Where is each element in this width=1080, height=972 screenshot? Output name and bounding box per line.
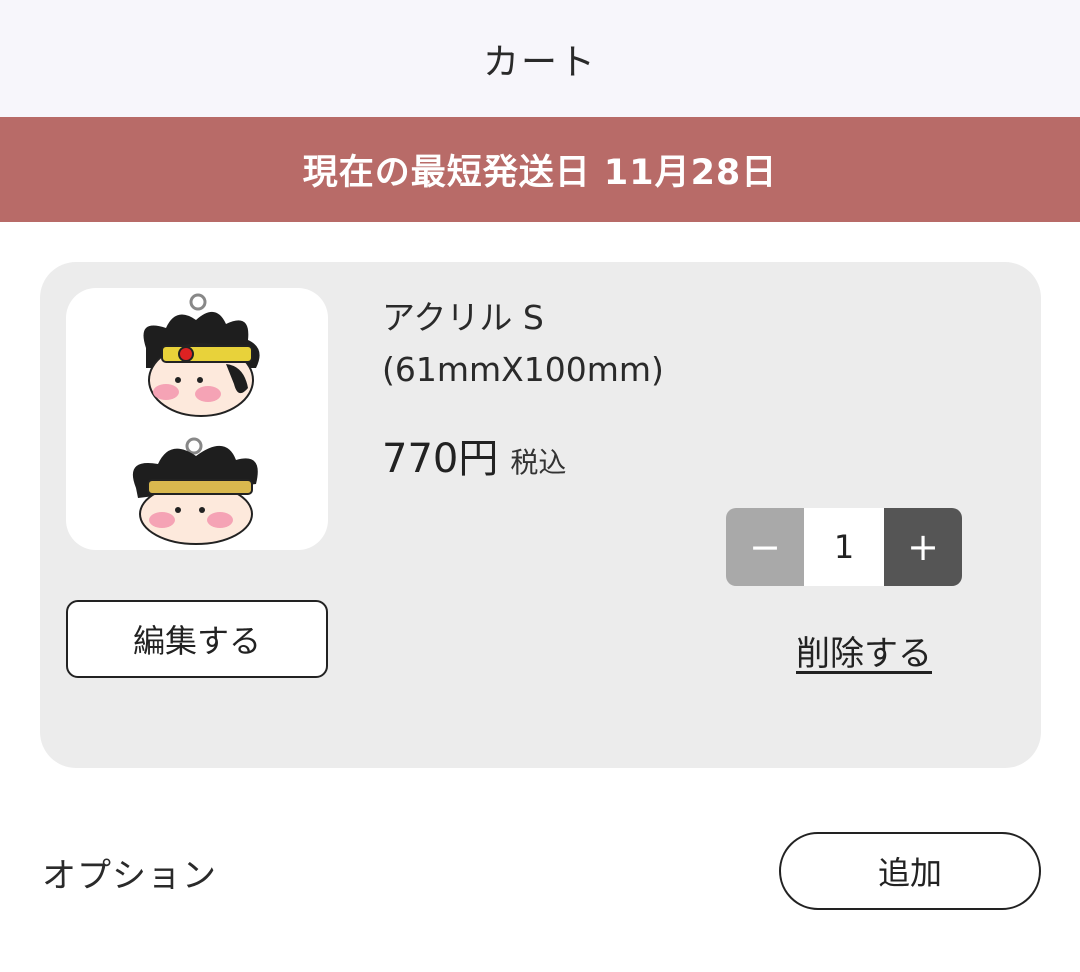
acrylic-keychain-thumbnail-icon <box>132 293 260 545</box>
product-price: 770円 <box>382 436 499 482</box>
decrease-quantity-button[interactable]: − <box>726 508 804 586</box>
shipping-date-text: 現在の最短発送日 11月28日 <box>302 153 778 193</box>
quantity-stepper: − 1 + <box>726 508 962 586</box>
cart-item-card: アクリル S (61mmX100mm) 770円 税込 − 1 + 編集する 削… <box>40 262 1041 768</box>
product-name: アクリル S (61mmX100mm) <box>382 292 822 396</box>
increase-quantity-button[interactable]: + <box>884 508 962 586</box>
options-label: オプション <box>42 856 217 896</box>
add-option-button[interactable]: 追加 <box>779 832 1041 910</box>
edit-button[interactable]: 編集する <box>66 600 328 678</box>
shipping-date-banner: 現在の最短発送日 11月28日 <box>0 117 1080 222</box>
delete-link[interactable]: 削除する <box>796 626 932 675</box>
tax-label: 税込 <box>510 446 567 479</box>
price-row: 770円 税込 <box>382 426 566 484</box>
quantity-value: 1 <box>804 508 884 586</box>
page-title: カート <box>482 41 597 83</box>
product-size: (61mmX100mm) <box>382 350 664 389</box>
product-thumbnail <box>66 288 328 550</box>
cart-page: カート 現在の最短発送日 11月28日 アクリル S (61mmX100mm) … <box>0 0 1080 972</box>
header: カート <box>0 0 1080 117</box>
product-name-line1: アクリル S <box>382 298 544 337</box>
